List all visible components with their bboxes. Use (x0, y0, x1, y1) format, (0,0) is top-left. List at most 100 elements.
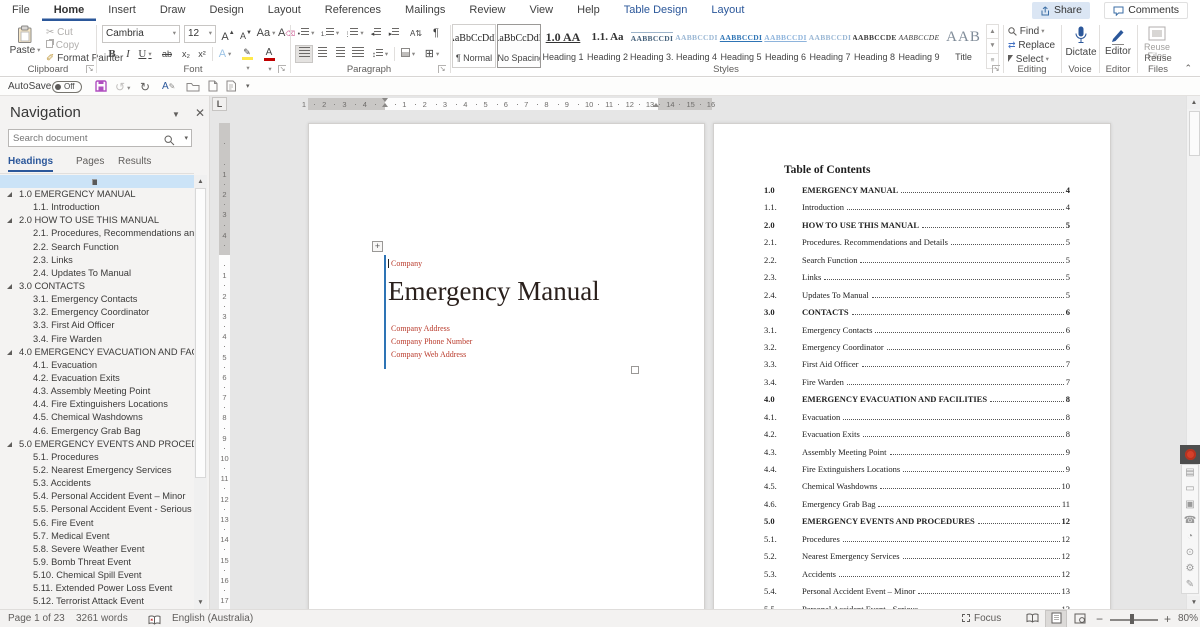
toc-entry[interactable]: 2.0 HOW TO USE THIS MANUAL 5 (764, 220, 1070, 237)
ribbon-tab-review[interactable]: Review (457, 0, 517, 21)
show-formatting-button[interactable]: ¶ (428, 25, 444, 41)
superscript-button[interactable]: x² (194, 46, 210, 62)
ribbon-tab-file[interactable]: File (0, 0, 42, 21)
editor-button[interactable]: Editor (1100, 25, 1136, 57)
zoom-slider-track[interactable] (1110, 619, 1158, 621)
search-input[interactable] (13, 131, 153, 145)
window-icon[interactable]: ▭ (1182, 481, 1198, 497)
company-detail-line[interactable]: Company Address (391, 322, 472, 335)
scroll-up-icon[interactable]: ▲ (194, 175, 207, 188)
italic-button[interactable]: I (120, 46, 136, 62)
nav-item[interactable]: 4.3. Assembly Meeting Point (0, 385, 194, 398)
ribbon-tab-table-design[interactable]: Table Design (612, 0, 700, 21)
document-page-2[interactable]: Table of Contents 1.0 EMERGENCY MANUAL 4 1.… (713, 123, 1111, 627)
zoom-percentage[interactable]: 80% (1178, 612, 1198, 626)
toc-entry[interactable]: 2.1. Procedures. Recommendations and Deta… (764, 237, 1070, 254)
style-pen-button[interactable]: A✎ (162, 80, 175, 94)
ribbon-tab-home[interactable]: Home (42, 0, 97, 21)
share-screen-icon[interactable]: ▤ (1182, 465, 1198, 481)
sort-button[interactable]: A⇅ (406, 25, 426, 41)
toc-entry[interactable]: 4.4. Fire Extinguishers Locations 9 (764, 464, 1070, 481)
toc-entry[interactable]: 4.0 EMERGENCY EVACUATION AND FACILITIES 8 (764, 394, 1070, 411)
gallery-up-button[interactable]: ▲ (986, 24, 999, 39)
font-family-combo[interactable]: Cambria ▾ (102, 25, 180, 43)
camera-icon[interactable]: ⊙ (1182, 545, 1198, 561)
collapse-triangle-icon[interactable] (7, 283, 12, 289)
copy-button[interactable]: Copy (46, 39, 79, 52)
shrink-font-button[interactable]: A▼ (238, 25, 254, 41)
navigation-options-button[interactable]: ▼ (172, 110, 180, 119)
document-title-text[interactable]: Emergency Manual (388, 276, 600, 307)
change-case-button[interactable]: Aa (256, 25, 276, 41)
focus-mode-button[interactable]: Focus (962, 612, 1001, 626)
shading-button[interactable] (398, 46, 418, 62)
toc-entry[interactable]: 4.5. Chemical Washdowns 10 (764, 481, 1070, 498)
nav-item[interactable]: 5.9. Bomb Threat Event (0, 556, 194, 569)
monitor-icon[interactable]: ▣ (1182, 497, 1198, 513)
hanging-indent-marker[interactable] (382, 103, 388, 107)
toc-entry[interactable]: 2.3. Links 5 (764, 272, 1070, 289)
navigation-close-button[interactable]: ✕ (195, 106, 205, 120)
underline-button[interactable]: U (136, 46, 154, 62)
style-h6[interactable]: AABBCCDI Heading 6 (764, 24, 808, 68)
page-count-status[interactable]: Page 1 of 23 (8, 612, 65, 626)
company-placeholder-text[interactable]: Company (391, 259, 422, 268)
toc-entry[interactable]: 3.4. Fire Warden 7 (764, 377, 1070, 394)
dictate-button[interactable]: Dictate (1064, 25, 1098, 58)
nav-item[interactable]: 5.3. Accidents (0, 477, 194, 490)
scroll-down-icon[interactable]: ▼ (194, 596, 207, 609)
grow-font-button[interactable]: A▲ (220, 25, 236, 43)
nav-item[interactable]: 5.2. Nearest Emergency Services (0, 464, 194, 477)
toc-entry[interactable]: 5.1. Procedures 12 (764, 534, 1070, 551)
redo-button[interactable]: ↻ (140, 80, 150, 94)
nav-item[interactable]: 4.1. Evacuation (0, 359, 194, 372)
font-color-button[interactable]: A (260, 44, 278, 61)
nav-item[interactable]: 2.2. Search Function (0, 241, 194, 254)
nav-tab-pages[interactable]: Pages (76, 156, 104, 170)
nav-item[interactable]: 4.6. Emergency Grab Bag (0, 425, 194, 438)
toc-entry[interactable]: 2.4. Updates To Manual 5 (764, 290, 1070, 307)
settings-icon[interactable]: ⚙ (1182, 561, 1198, 577)
read-mode-button[interactable] (1022, 611, 1042, 627)
undo-button[interactable]: ↺ (115, 80, 130, 94)
style-nospacing[interactable]: AaBbCcDdE No Spacing (496, 24, 541, 68)
clock-icon[interactable]: ◔ (1182, 529, 1198, 545)
zoom-in-button[interactable]: + (1164, 612, 1171, 626)
ribbon-tab-mailings[interactable]: Mailings (393, 0, 457, 21)
nav-tab-headings[interactable]: Headings (8, 156, 54, 172)
strikethrough-button[interactable]: ab (158, 46, 176, 62)
borders-button[interactable]: ⊞ (422, 46, 442, 62)
web-layout-button[interactable] (1070, 611, 1090, 627)
nav-item[interactable]: 4.0 EMERGENCY EVACUATION AND FACILITIES (0, 346, 194, 359)
toc-entry[interactable]: 5.2. Nearest Emergency Services 12 (764, 551, 1070, 568)
toc-entry[interactable]: 4.3. Assembly Meeting Point 9 (764, 447, 1070, 464)
ribbon-tab-design[interactable]: Design (197, 0, 255, 21)
font-dialog-launcher[interactable] (278, 65, 286, 73)
autosave-toggle[interactable]: Off (52, 81, 82, 93)
font-size-combo[interactable]: 12 ▾ (184, 25, 216, 43)
search-box[interactable]: ▾ (8, 129, 192, 147)
style-normal[interactable]: AaBbCcDdE ¶ Normal (452, 24, 496, 68)
multilevel-list-button[interactable]: ⋮ (344, 25, 364, 41)
ribbon-tab-view[interactable]: View (517, 0, 565, 21)
bold-button[interactable]: B (104, 46, 120, 62)
decrease-indent-button[interactable]: ◂ (368, 25, 384, 41)
clipboard-dialog-launcher[interactable] (86, 65, 94, 73)
toc-entry[interactable]: 3.2. Emergency Coordinator 6 (764, 342, 1070, 359)
style-h2[interactable]: 1.1. Aa Heading 2 (586, 24, 630, 68)
nav-item[interactable]: 3.0 CONTACTS (0, 280, 194, 293)
collapse-ribbon-button[interactable]: ⌃ (1184, 63, 1192, 74)
toc-entry[interactable]: 4.1. Evacuation 8 (764, 412, 1070, 429)
comments-button[interactable]: Comments (1104, 2, 1188, 19)
company-detail-line[interactable]: Company Web Address (391, 348, 472, 361)
toc-entry[interactable]: 2.2. Search Function 5 (764, 255, 1070, 272)
collapse-triangle-icon[interactable] (7, 441, 12, 447)
cut-button[interactable]: ✂ Cut (46, 26, 73, 39)
nav-item[interactable]: 5.8. Severe Weather Event (0, 543, 194, 556)
paste-button[interactable]: Paste (8, 25, 42, 67)
nav-item[interactable]: 5.12. Terrorist Attack Event (0, 595, 194, 608)
style-h5[interactable]: AABBCCDI Heading 5 (719, 24, 763, 68)
find-button[interactable]: Find (1008, 25, 1045, 38)
align-center-button[interactable] (314, 46, 330, 62)
toc-entry[interactable]: 1.0 EMERGENCY MANUAL 4 (764, 185, 1070, 202)
